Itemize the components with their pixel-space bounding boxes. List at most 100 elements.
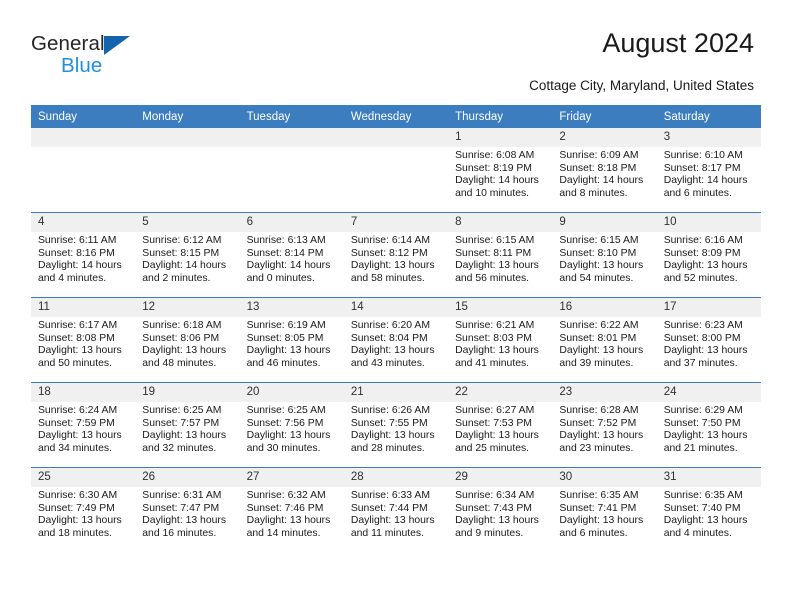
calendar-day-cell[interactable]: 14 Sunrise: 6:20 AM Sunset: 8:04 PM Dayligh…: [343, 297, 449, 383]
calendar-day-cell[interactable]: 16 Sunrise: 6:22 AM Sunset: 8:01 PM Dayligh…: [552, 297, 657, 383]
daylight-duration: Daylight: 13 hours and 4 minutes.: [663, 515, 748, 539]
calendar-day-cell[interactable]: 2 Sunrise: 6:09 AM Sunset: 8:18 PM Daylight…: [552, 128, 657, 213]
sunset-time: Sunset: 8:16 PM: [38, 247, 115, 259]
day-number: 20: [239, 383, 344, 402]
sunset-time: Sunset: 8:12 PM: [350, 247, 428, 259]
sunset-time: Sunset: 8:19 PM: [455, 162, 532, 174]
calendar-day-cell[interactable]: 7 Sunrise: 6:14 AM Sunset: 8:12 PM Daylight…: [343, 212, 449, 298]
day-number: 22: [448, 383, 553, 402]
sunrise-time: Sunrise: 6:33 AM: [350, 490, 430, 501]
calendar-day-cell[interactable]: 8 Sunrise: 6:15 AM Sunset: 8:11 PM Daylight…: [448, 212, 553, 298]
day-sun-info: Sunrise: 6:22 AM Sunset: 8:01 PM Daylight:…: [552, 317, 656, 370]
sunrise-time: Sunrise: 6:15 AM: [559, 235, 639, 246]
day-number-placeholder: [343, 128, 449, 147]
daylight-duration: Daylight: 13 hours and 16 minutes.: [142, 515, 227, 539]
calendar-day-cell[interactable]: 11 Sunrise: 6:17 AM Sunset: 8:08 PM Dayligh…: [31, 297, 136, 383]
sunrise-time: Sunrise: 6:09 AM: [559, 150, 639, 161]
calendar-day-cell[interactable]: 30 Sunrise: 6:35 AM Sunset: 7:41 PM Dayligh…: [552, 467, 657, 552]
day-number: 7: [343, 213, 449, 232]
sunrise-time: Sunrise: 6:34 AM: [455, 490, 535, 501]
sunset-time: Sunset: 8:05 PM: [246, 332, 324, 344]
calendar-day-cell[interactable]: 23 Sunrise: 6:28 AM Sunset: 7:52 PM Dayligh…: [552, 382, 657, 468]
day-number: 21: [343, 383, 449, 402]
day-number: 11: [31, 298, 136, 317]
sunrise-time: Sunrise: 6:10 AM: [663, 150, 743, 161]
daylight-duration: Daylight: 13 hours and 14 minutes.: [246, 515, 331, 539]
calendar-day-cell[interactable]: 1 Sunrise: 6:08 AM Sunset: 8:19 PM Daylight…: [448, 128, 553, 213]
calendar-day-cell[interactable]: 3 Sunrise: 6:10 AM Sunset: 8:17 PM Daylight…: [656, 128, 761, 213]
calendar-day-cell[interactable]: 12 Sunrise: 6:18 AM Sunset: 8:06 PM Dayligh…: [135, 297, 240, 383]
calendar-day-cell[interactable]: 9 Sunrise: 6:15 AM Sunset: 8:10 PM Daylight…: [552, 212, 657, 298]
calendar-day-cell[interactable]: 26 Sunrise: 6:31 AM Sunset: 7:47 PM Dayligh…: [135, 467, 240, 552]
calendar-day-cell[interactable]: 24 Sunrise: 6:29 AM Sunset: 7:50 PM Dayligh…: [656, 382, 761, 468]
daylight-duration: Daylight: 13 hours and 54 minutes.: [559, 260, 644, 284]
daylight-duration: Daylight: 13 hours and 41 minutes.: [455, 345, 539, 369]
sunrise-time: Sunrise: 6:23 AM: [663, 320, 743, 331]
calendar-day-cell[interactable]: 28 Sunrise: 6:33 AM Sunset: 7:44 PM Dayligh…: [343, 467, 449, 552]
sunrise-time: Sunrise: 6:16 AM: [663, 235, 743, 246]
calendar-week-row: 4 Sunrise: 6:11 AM Sunset: 8:16 PM Daylight…: [31, 212, 761, 298]
sunset-time: Sunset: 8:10 PM: [559, 247, 637, 259]
sunset-time: Sunset: 8:03 PM: [455, 332, 532, 344]
sunrise-time: Sunrise: 6:24 AM: [38, 405, 118, 416]
calendar-day-cell[interactable]: 29 Sunrise: 6:34 AM Sunset: 7:43 PM Dayligh…: [448, 467, 553, 552]
logo-triangle-icon: [104, 36, 130, 55]
weekday-header-row: Sunday Monday Tuesday Wednesday Thursday…: [31, 105, 761, 128]
daylight-duration: Daylight: 13 hours and 58 minutes.: [350, 260, 435, 284]
calendar-day-cell[interactable]: 27 Sunrise: 6:32 AM Sunset: 7:46 PM Dayligh…: [239, 467, 344, 552]
day-sun-info: Sunrise: 6:15 AM Sunset: 8:10 PM Daylight:…: [552, 232, 656, 285]
daylight-duration: Daylight: 13 hours and 39 minutes.: [559, 345, 644, 369]
sunset-time: Sunset: 7:55 PM: [350, 417, 428, 429]
sunset-time: Sunset: 7:53 PM: [455, 417, 532, 429]
sunrise-time: Sunrise: 6:35 AM: [559, 490, 639, 501]
calendar-day-cell[interactable]: 20 Sunrise: 6:25 AM Sunset: 7:56 PM Dayligh…: [239, 382, 344, 468]
calendar-day-cell[interactable]: 21 Sunrise: 6:26 AM Sunset: 7:55 PM Dayligh…: [343, 382, 449, 468]
sunset-time: Sunset: 7:52 PM: [559, 417, 637, 429]
sunset-time: Sunset: 8:01 PM: [559, 332, 637, 344]
day-number: 24: [656, 383, 761, 402]
calendar-day-cell[interactable]: 19 Sunrise: 6:25 AM Sunset: 7:57 PM Dayligh…: [135, 382, 240, 468]
sunset-time: Sunset: 8:06 PM: [142, 332, 220, 344]
day-number: 27: [239, 468, 344, 487]
calendar-day-cell-empty: [135, 128, 240, 213]
day-number-placeholder: [135, 128, 240, 147]
sunset-time: Sunset: 7:46 PM: [246, 502, 324, 514]
day-number: 13: [239, 298, 344, 317]
day-sun-info: Sunrise: 6:15 AM Sunset: 8:11 PM Daylight:…: [448, 232, 552, 285]
sunset-time: Sunset: 8:14 PM: [246, 247, 324, 259]
calendar-day-cell[interactable]: 4 Sunrise: 6:11 AM Sunset: 8:16 PM Daylight…: [31, 212, 136, 298]
sunset-time: Sunset: 8:04 PM: [350, 332, 428, 344]
day-sun-info: Sunrise: 6:18 AM Sunset: 8:06 PM Daylight:…: [135, 317, 239, 370]
day-number: 29: [448, 468, 553, 487]
day-sun-info: Sunrise: 6:25 AM Sunset: 7:56 PM Daylight:…: [240, 402, 344, 455]
day-number: 9: [552, 213, 657, 232]
sunset-time: Sunset: 7:57 PM: [142, 417, 220, 429]
calendar-day-cell[interactable]: 5 Sunrise: 6:12 AM Sunset: 8:15 PM Daylight…: [135, 212, 240, 298]
calendar-day-cell[interactable]: 6 Sunrise: 6:13 AM Sunset: 8:14 PM Daylight…: [239, 212, 344, 298]
calendar-day-cell[interactable]: 15 Sunrise: 6:21 AM Sunset: 8:03 PM Dayligh…: [448, 297, 553, 383]
logo-text-general: General: [31, 32, 105, 55]
day-sun-info: Sunrise: 6:14 AM Sunset: 8:12 PM Daylight:…: [344, 232, 448, 285]
calendar-day-cell[interactable]: 25 Sunrise: 6:30 AM Sunset: 7:49 PM Dayligh…: [31, 467, 136, 552]
day-sun-info: Sunrise: 6:16 AM Sunset: 8:09 PM Daylight:…: [657, 232, 761, 285]
day-sun-info: Sunrise: 6:25 AM Sunset: 7:57 PM Daylight:…: [135, 402, 239, 455]
calendar-day-cell[interactable]: 10 Sunrise: 6:16 AM Sunset: 8:09 PM Dayligh…: [656, 212, 761, 298]
sunrise-time: Sunrise: 6:31 AM: [142, 490, 222, 501]
calendar-day-cell[interactable]: 17 Sunrise: 6:23 AM Sunset: 8:00 PM Dayligh…: [656, 297, 761, 383]
day-sun-info: Sunrise: 6:12 AM Sunset: 8:15 PM Daylight:…: [135, 232, 239, 285]
calendar-day-cell[interactable]: 22 Sunrise: 6:27 AM Sunset: 7:53 PM Dayligh…: [448, 382, 553, 468]
weekday-header-friday: Friday: [552, 105, 657, 128]
daylight-duration: Daylight: 14 hours and 4 minutes.: [38, 260, 122, 284]
day-number: 16: [552, 298, 657, 317]
calendar-day-cell[interactable]: 31 Sunrise: 6:35 AM Sunset: 7:40 PM Dayligh…: [656, 467, 761, 552]
day-number-placeholder: [239, 128, 344, 147]
day-sun-info: Sunrise: 6:34 AM Sunset: 7:43 PM Daylight:…: [448, 487, 552, 540]
sunrise-time: Sunrise: 6:11 AM: [38, 235, 117, 246]
general-blue-logo[interactable]: General Blue: [31, 33, 201, 83]
sunrise-time: Sunrise: 6:19 AM: [246, 320, 326, 331]
day-sun-info: Sunrise: 6:30 AM Sunset: 7:49 PM Daylight:…: [31, 487, 135, 540]
sunrise-time: Sunrise: 6:29 AM: [663, 405, 743, 416]
calendar-day-cell[interactable]: 18 Sunrise: 6:24 AM Sunset: 7:59 PM Dayligh…: [31, 382, 136, 468]
calendar-day-cell[interactable]: 13 Sunrise: 6:19 AM Sunset: 8:05 PM Dayligh…: [239, 297, 344, 383]
sunrise-time: Sunrise: 6:27 AM: [455, 405, 535, 416]
